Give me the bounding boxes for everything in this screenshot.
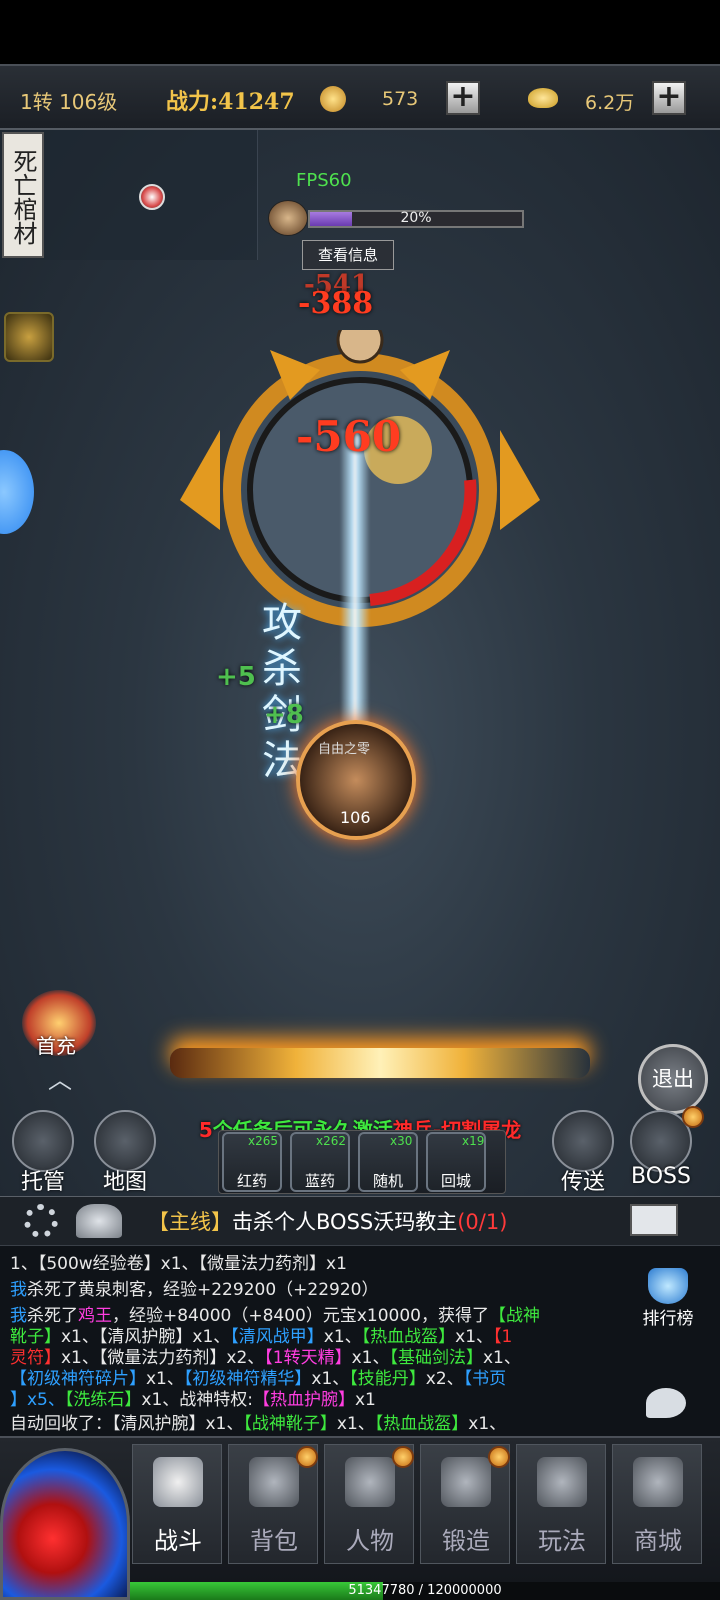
- chevron-up-icon[interactable]: ︿: [40, 1060, 80, 1094]
- exit-button[interactable]: 退出: [638, 1044, 708, 1114]
- boss-avatar: [268, 200, 308, 236]
- item-label: 蓝药: [304, 1172, 335, 1190]
- notification-badge: [682, 1106, 704, 1128]
- item-label: 随机: [372, 1172, 403, 1190]
- item-count: x262: [316, 1134, 347, 1148]
- shop-gate-icon: [633, 1457, 683, 1507]
- notification-badge: [392, 1446, 414, 1468]
- tab-label: 玩法: [538, 1527, 586, 1555]
- tab-label: 人物: [346, 1527, 394, 1555]
- add-coin-button[interactable]: +: [446, 81, 480, 115]
- item-count: x19: [462, 1134, 485, 1148]
- leaderboard-button[interactable]: 排行榜: [636, 1268, 700, 1332]
- lightning-effect: [340, 430, 370, 760]
- crossed-swords-icon: [153, 1457, 203, 1507]
- combat-power: 战力:41247: [166, 89, 295, 115]
- notification-badge: [296, 1446, 318, 1468]
- damage-number: -388: [298, 286, 374, 321]
- tab-label: 背包: [250, 1527, 298, 1555]
- chat-line: 【初级神符碎片】x1、【初级神符精华】x1、【技能丹】x2、【书页: [10, 1369, 507, 1389]
- item-label: 红药: [236, 1172, 267, 1190]
- tab-battle[interactable]: 战斗: [132, 1444, 222, 1564]
- heal-number: +8: [264, 700, 304, 730]
- winged-sword-icon: [537, 1457, 587, 1507]
- tab-label: 锻造: [442, 1527, 490, 1555]
- chat-line: 我杀死了鸡王，经验+84000（+8400）元宝x10000，获得了【战神: [10, 1306, 540, 1326]
- item-count: x265: [248, 1134, 279, 1148]
- chat-line: 自动回收了：【清风护腕】x1、【战神靴子】x1、【热血战盔】x1、: [10, 1414, 507, 1434]
- auto-battle-button[interactable]: [12, 1110, 74, 1172]
- boss-label: BOSS: [631, 1164, 691, 1189]
- buff-icon[interactable]: [4, 312, 54, 362]
- teleport-button[interactable]: [552, 1110, 614, 1172]
- chat-line: 1、【500w经验卷】x1、【微量法力药剂】x1: [10, 1254, 347, 1274]
- minimap-player-marker: [139, 184, 165, 210]
- auto-battle-label: 托管: [20, 1170, 65, 1195]
- chat-line: 灵符】x1、【微量法力药剂】x2、【1转天精】x1、【基础剑法】x1、: [10, 1348, 521, 1368]
- damage-number: -560: [296, 412, 402, 461]
- tab-label: 战斗: [154, 1527, 202, 1555]
- boss-hp-percent: 20%: [400, 210, 432, 226]
- trophy-icon: [648, 1268, 688, 1304]
- chat-line: 我杀死了黄泉刺客，经验+229200（+22920）: [10, 1280, 379, 1300]
- teleport-label: 传送: [560, 1170, 605, 1195]
- map-label: 地图: [102, 1170, 147, 1195]
- status-bar-area: [0, 0, 720, 64]
- gear-icon[interactable]: [24, 1204, 58, 1238]
- divine-weapon-preview[interactable]: [170, 1048, 590, 1078]
- player-avatar-level: 106: [340, 808, 371, 827]
- leaderboard-label: 排行榜: [642, 1309, 694, 1329]
- add-ingot-button[interactable]: +: [652, 81, 686, 115]
- exp-text: 51347780 / 120000000: [348, 1583, 502, 1598]
- fps-counter: FPS60: [296, 170, 352, 191]
- tab-shop[interactable]: 商城: [612, 1444, 702, 1564]
- view-info-button[interactable]: 查看信息: [302, 240, 394, 270]
- boss-hp-bar: 20%: [308, 210, 524, 228]
- tab-gameplay[interactable]: 玩法: [516, 1444, 606, 1564]
- tab-label: 商城: [634, 1527, 682, 1555]
- chat-log[interactable]: 1、【500w经验卷】x1、【微量法力药剂】x1 我杀死了黄泉刺客，经验+229…: [0, 1246, 720, 1436]
- chat-line: 】x5、【洗练石】x1、战神特权:【热血护腕】x1: [10, 1390, 376, 1410]
- resource-bar: 1转 106级 战力:41247 573 + 6.2万 +: [0, 64, 720, 130]
- backpack-icon: [249, 1457, 299, 1507]
- item-label: 回城: [440, 1172, 471, 1190]
- ingot-icon: [528, 88, 558, 108]
- anvil-icon: [441, 1457, 491, 1507]
- ingot-amount: 6.2万: [585, 92, 635, 114]
- player-name: 自由之零: [318, 742, 371, 757]
- chat-line: 靴子】x1、【清风护腕】x1、【清风战甲】x1、【热血战盔】x1、【1: [10, 1327, 513, 1347]
- main-quest[interactable]: 【主线】击杀个人BOSS沃玛教主(0/1): [148, 1206, 507, 1236]
- mail-icon[interactable]: [630, 1204, 678, 1236]
- player-level: 1转 106级: [20, 90, 118, 114]
- chat-bubble-icon[interactable]: [646, 1388, 686, 1418]
- map-button[interactable]: [94, 1110, 156, 1172]
- item-count: x30: [390, 1134, 413, 1148]
- strength-icon[interactable]: [76, 1204, 122, 1238]
- map-name: 死亡棺材: [2, 132, 44, 258]
- coin-amount: 573: [382, 88, 419, 110]
- hp-mp-orb: [0, 1448, 130, 1600]
- notification-badge: [488, 1446, 510, 1468]
- heal-number: +5: [216, 662, 256, 692]
- first-recharge-label[interactable]: 首充: [36, 1030, 76, 1059]
- helmet-icon: [345, 1457, 395, 1507]
- coin-icon: [320, 86, 346, 112]
